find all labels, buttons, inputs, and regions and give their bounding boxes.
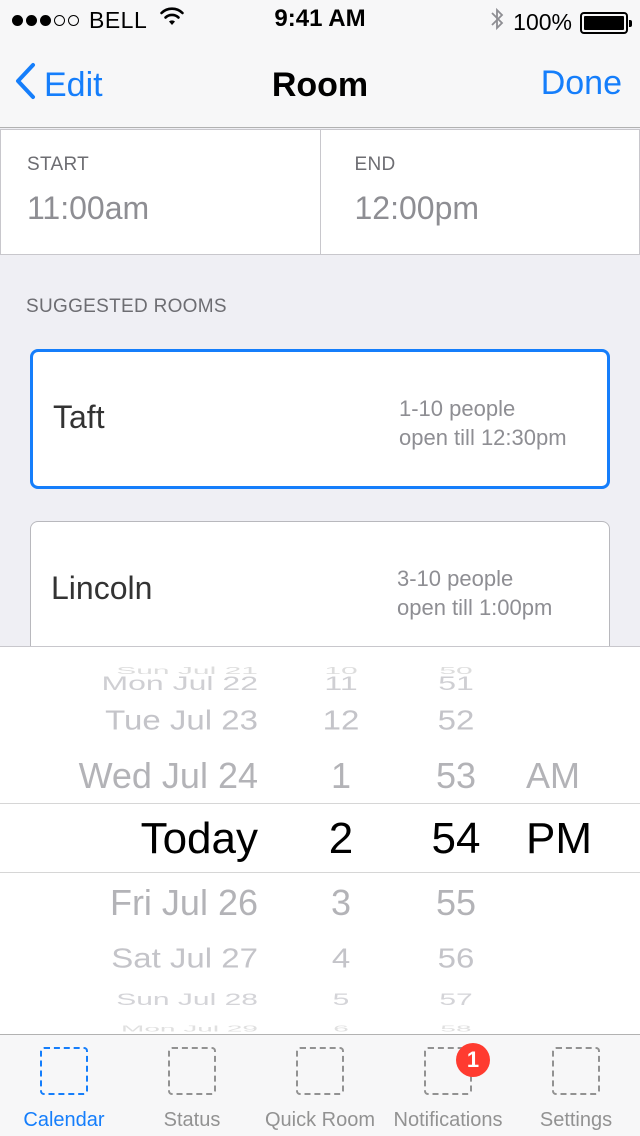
room-capacity: 3-10 people <box>397 566 514 591</box>
tab-label: Status <box>163 1109 221 1131</box>
tab-label: Calendar <box>23 1109 105 1131</box>
picker-row[interactable]: Fri Jul 26 3 55 <box>0 873 640 933</box>
picker-day: Today <box>140 814 258 863</box>
start-label: START <box>27 154 90 175</box>
picker-minute: 58 <box>440 1024 472 1034</box>
room-info: 1-10 people open till 12:30pm <box>399 394 567 452</box>
picker-row[interactable]: Sat Jul 27 4 56 <box>0 933 640 984</box>
picker-hour: 6 <box>333 1024 349 1034</box>
picker-hour: 12 <box>322 703 360 736</box>
notification-badge: 1 <box>456 1043 490 1077</box>
room-card-lincoln[interactable]: Lincoln 3-10 people open till 1:00pm <box>30 521 610 661</box>
date-time-picker[interactable]: Sun Jul 21 10 50 Mon Jul 22 11 51 Tue Ju… <box>0 646 640 1034</box>
room-availability: open till 1:00pm <box>397 595 553 620</box>
tab-label: Settings <box>539 1109 613 1131</box>
picker-ampm: AM <box>526 755 580 796</box>
end-value: 12:00pm <box>354 190 480 226</box>
picker-minute: 52 <box>437 703 475 736</box>
picker-hour: 1 <box>330 755 352 796</box>
end-label: END <box>354 154 396 175</box>
room-availability: open till 12:30pm <box>399 425 567 450</box>
picker-minute: 57 <box>439 990 473 1009</box>
picker-row-selected[interactable]: Today 2 54 PM <box>0 809 640 869</box>
battery-percent: 100% <box>513 9 572 35</box>
picker-day: Tue Jul 23 <box>105 703 258 736</box>
picker-day: Fri Jul 26 <box>109 882 258 923</box>
picker-day: Mon Jul 29 <box>121 1024 258 1034</box>
picker-hour: 5 <box>332 990 350 1009</box>
picker-hour: 4 <box>331 941 351 974</box>
tab-label: Notifications <box>393 1109 503 1131</box>
suggested-rooms-header: SUGGESTED ROOMS <box>26 296 227 317</box>
start-time-field[interactable]: START 11:00am <box>1 130 320 254</box>
calendar-icon <box>40 1047 88 1095</box>
picker-ampm: PM <box>526 814 592 863</box>
picker-minute: 54 <box>431 814 481 863</box>
tab-label: Quick Room <box>264 1109 376 1131</box>
start-value: 11:00am <box>27 190 150 226</box>
picker-row[interactable]: Tue Jul 23 12 52 <box>0 695 640 746</box>
picker-minute: 55 <box>435 882 477 923</box>
status-icon <box>168 1047 216 1095</box>
tab-bar: Calendar Status Quick Room 1 Notificatio… <box>0 1034 640 1136</box>
bluetooth-icon <box>489 6 505 39</box>
time-range: START 11:00am END 12:00pm <box>0 129 640 255</box>
room-capacity: 1-10 people <box>399 396 516 421</box>
room-name: Taft <box>53 399 105 435</box>
tab-notifications[interactable]: 1 Notifications <box>384 1035 512 1136</box>
quick-room-icon <box>296 1047 344 1095</box>
picker-minute: 56 <box>437 941 475 974</box>
picker-day: Wed Jul 24 <box>78 755 258 796</box>
picker-minute: 53 <box>435 755 477 796</box>
status-bar: BELL 9:41 AM 100% <box>0 0 640 40</box>
done-button[interactable]: Done <box>541 64 622 103</box>
room-card-taft[interactable]: Taft 1-10 people open till 12:30pm <box>30 349 610 489</box>
picker-hour: 2 <box>328 814 354 863</box>
screen: BELL 9:41 AM 100% Edit Room Done START 1… <box>0 0 640 1136</box>
tab-status[interactable]: Status <box>128 1035 256 1136</box>
navigation-bar: Edit Room Done <box>0 40 640 128</box>
picker-row[interactable]: Sun Jul 28 5 57 <box>0 984 640 1017</box>
picker-day: Sat Jul 27 <box>111 941 258 974</box>
tab-quick-room[interactable]: Quick Room <box>256 1035 384 1136</box>
end-time-field[interactable]: END 12:00pm <box>319 130 640 254</box>
tab-settings[interactable]: Settings <box>512 1035 640 1136</box>
status-right: 100% <box>489 6 632 39</box>
tab-calendar[interactable]: Calendar <box>0 1035 128 1136</box>
picker-hour: 3 <box>330 882 352 923</box>
room-name: Lincoln <box>51 570 153 606</box>
picker-row[interactable]: Wed Jul 24 1 53 AM <box>0 746 640 806</box>
picker-day: Sun Jul 28 <box>116 990 258 1009</box>
room-info: 3-10 people open till 1:00pm <box>397 564 552 622</box>
settings-icon <box>552 1047 600 1095</box>
battery-icon <box>580 11 632 34</box>
picker-row[interactable]: Mon Jul 29 6 58 <box>0 1020 640 1034</box>
